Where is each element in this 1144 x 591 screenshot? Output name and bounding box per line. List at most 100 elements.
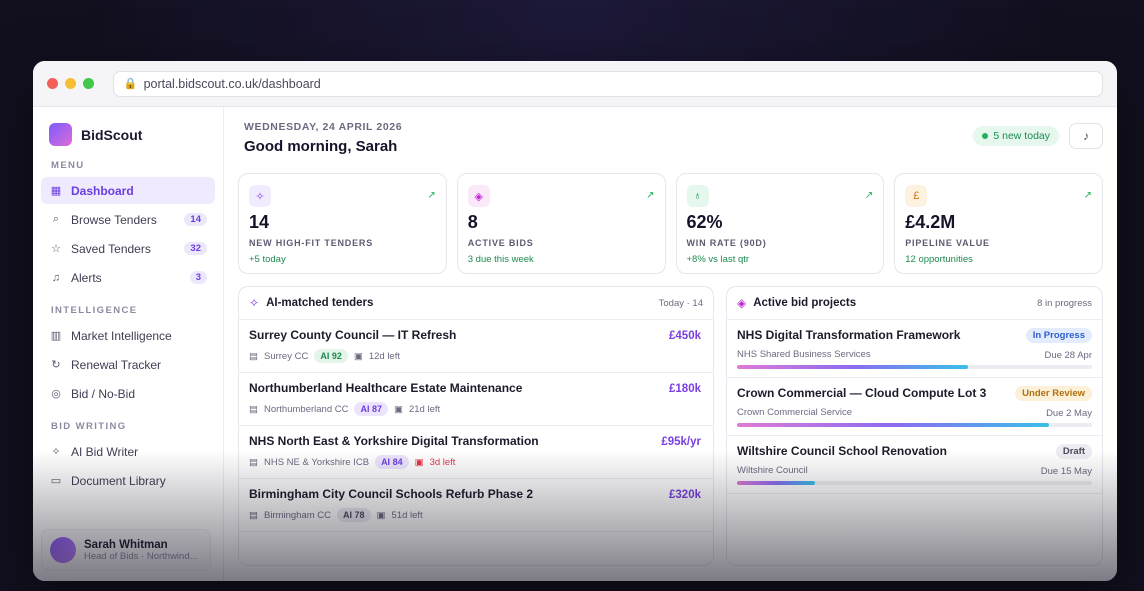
dashboard-icon: ▦ bbox=[50, 185, 62, 197]
sidebar-item-label: Browse Tenders bbox=[71, 212, 157, 227]
tender-amount: £95k/yr bbox=[661, 436, 701, 448]
avatar bbox=[50, 537, 76, 563]
tender-deadline: 3d left bbox=[429, 456, 456, 468]
sidebar-item-renewal-tracker[interactable]: ↻ Renewal Tracker bbox=[41, 351, 215, 378]
calendar-icon: ▣ bbox=[414, 456, 424, 468]
bell-icon: ♫ bbox=[51, 271, 61, 284]
panel-meta: Today · 14 bbox=[658, 297, 703, 309]
notifications-button[interactable]: ♪ bbox=[1069, 123, 1103, 149]
building-icon: ▤ bbox=[249, 509, 258, 521]
tender-title: Surrey County Council — IT Refresh bbox=[249, 328, 457, 342]
tender-row[interactable]: Surrey County Council — IT Refresh £450k… bbox=[239, 320, 713, 373]
progress-bar bbox=[737, 481, 1092, 485]
user-profile[interactable]: Sarah Whitman Head of Bids · Northwind..… bbox=[41, 529, 211, 571]
project-org: Crown Commercial Service bbox=[737, 407, 853, 418]
tender-deadline: 51d left bbox=[391, 509, 423, 521]
minimize-window-button[interactable] bbox=[64, 78, 76, 89]
project-row[interactable]: NHS Digital Transformation Framework In … bbox=[727, 320, 1102, 378]
progress-bar bbox=[737, 365, 1092, 369]
tender-row[interactable]: Northumberland Healthcare Estate Mainten… bbox=[239, 373, 713, 426]
project-row[interactable]: Wiltshire Council School Renovation Draf… bbox=[727, 436, 1102, 494]
tender-title: Birmingham City Council Schools Refurb P… bbox=[249, 487, 534, 501]
project-due: Due 28 Apr bbox=[1044, 350, 1092, 361]
calendar-icon: ▣ bbox=[376, 509, 386, 521]
address-bar[interactable]: 🔒 portal.bidscout.co.uk/dashboard bbox=[112, 70, 1103, 97]
sidebar-item-market-intelligence[interactable]: ▥ Market Intelligence bbox=[41, 322, 215, 349]
stat-value: 62% bbox=[686, 212, 723, 232]
sidebar-item-label: Saved Tenders bbox=[71, 241, 151, 256]
maximize-window-button[interactable] bbox=[82, 78, 94, 89]
tender-amount: £180k bbox=[669, 383, 701, 395]
stat-value: 8 bbox=[467, 212, 478, 232]
tender-deadline: 12d left bbox=[368, 350, 400, 362]
brand-name: BidScout bbox=[81, 126, 143, 143]
sidebar-item-document-library[interactable]: ▭ Document Library bbox=[41, 467, 215, 494]
current-date: WEDNESDAY, 24 APRIL 2026 bbox=[244, 121, 403, 133]
user-role: Head of Bids · Northwind... bbox=[84, 550, 198, 562]
stat-card-high-fit-tenders[interactable]: ✧ ↗ 14 NEW HIGH-FIT TENDERS +5 today bbox=[238, 173, 447, 274]
tender-amount: £450k bbox=[669, 330, 701, 342]
project-due: Due 15 May bbox=[1040, 466, 1092, 477]
sidebar-item-label: Document Library bbox=[71, 473, 166, 488]
star-icon: ☆ bbox=[51, 243, 61, 255]
new-today-label: 5 new today bbox=[993, 130, 1050, 142]
sidebar-item-dashboard[interactable]: ▦ Dashboard bbox=[41, 177, 215, 204]
bidscout-logo-icon bbox=[49, 123, 72, 146]
project-org: NHS Shared Business Services bbox=[737, 349, 871, 360]
status-badge: In Progress bbox=[1025, 328, 1092, 343]
new-today-badge[interactable]: 5 new today bbox=[973, 126, 1059, 146]
trend-up-icon: ↗ bbox=[646, 190, 655, 201]
lock-icon: 🔒 bbox=[123, 78, 138, 90]
status-badge: Draft bbox=[1055, 444, 1092, 459]
sparkle-icon: ✧ bbox=[249, 296, 260, 310]
stat-subtext: 12 opportunities bbox=[905, 254, 973, 265]
close-window-button[interactable] bbox=[47, 78, 58, 89]
tender-row[interactable]: NHS North East & Yorkshire Digital Trans… bbox=[239, 426, 713, 479]
sidebar-item-label: Renewal Tracker bbox=[71, 357, 162, 372]
stat-card-active-bids[interactable]: ◈ ↗ 8 ACTIVE BIDS 3 due this week bbox=[456, 173, 666, 274]
tender-deadline: 21d left bbox=[408, 403, 441, 415]
tender-org: Birmingham CC bbox=[263, 509, 332, 521]
status-dot-icon bbox=[982, 133, 989, 139]
sidebar-item-browse-tenders[interactable]: ⌕ Browse Tenders 14 bbox=[41, 206, 215, 233]
tender-org: Surrey CC bbox=[263, 350, 309, 362]
tender-row[interactable]: Birmingham City Council Schools Refurb P… bbox=[239, 479, 713, 532]
progress-fill bbox=[737, 365, 968, 369]
section-label-intelligence: INTELLIGENCE bbox=[51, 305, 138, 316]
trend-up-icon: ↗ bbox=[864, 190, 874, 201]
browser-window: 🔒 portal.bidscout.co.uk/dashboard BidSco… bbox=[33, 61, 1117, 581]
ai-score-badge: AI 78 bbox=[337, 508, 371, 522]
sidebar-item-label: Dashboard bbox=[71, 183, 134, 198]
project-due: Due 2 May bbox=[1046, 408, 1092, 419]
stat-card-win-rate[interactable]: ♁ ↗ 62% WIN RATE (90D) +8% vs last qtr bbox=[675, 173, 885, 274]
tag-icon: ◈ bbox=[467, 185, 490, 207]
bar-chart-icon: ▥ bbox=[50, 330, 62, 342]
user-name: Sarah Whitman bbox=[84, 538, 168, 551]
status-badge: Under Review bbox=[1015, 386, 1092, 401]
stat-card-pipeline-value[interactable]: £ ↗ £4.2M PIPELINE VALUE 12 opportunitie… bbox=[894, 173, 1103, 274]
progress-fill bbox=[737, 423, 1050, 427]
sidebar-item-label: Alerts bbox=[71, 270, 102, 285]
sidebar-item-alerts[interactable]: ♫ Alerts 3 bbox=[41, 264, 215, 291]
refresh-icon: ↻ bbox=[51, 359, 61, 371]
ai-score-badge: AI 87 bbox=[354, 402, 388, 416]
project-title: Wiltshire Council School Renovation bbox=[737, 444, 947, 458]
stat-label: ACTIVE BIDS bbox=[467, 238, 534, 248]
building-icon: ▤ bbox=[249, 456, 258, 468]
sidebar-item-ai-bid-writer[interactable]: ✧ AI Bid Writer bbox=[41, 438, 215, 465]
building-icon: ▤ bbox=[249, 350, 258, 362]
panel-title: Active bid projects bbox=[753, 297, 857, 309]
tender-org: Northumberland CC bbox=[263, 403, 349, 415]
sidebar-item-saved-tenders[interactable]: ☆ Saved Tenders 32 bbox=[41, 235, 215, 262]
project-row[interactable]: Crown Commercial — Cloud Compute Lot 3 U… bbox=[727, 378, 1102, 436]
project-org: Wiltshire Council bbox=[737, 465, 808, 476]
bell-icon: ♪ bbox=[1083, 129, 1089, 143]
stat-value: 14 bbox=[249, 212, 270, 232]
brand[interactable]: BidScout bbox=[41, 123, 215, 146]
tender-org: NHS NE & Yorkshire ICB bbox=[263, 456, 370, 468]
stats-row: ✧ ↗ 14 NEW HIGH-FIT TENDERS +5 today ◈ ↗… bbox=[238, 173, 1103, 274]
count-badge: 32 bbox=[184, 242, 207, 255]
sidebar-item-bid-no-bid[interactable]: ◎ Bid / No-Bid bbox=[41, 380, 215, 407]
stat-value: £4.2M bbox=[905, 212, 956, 232]
sparkle-icon: ✧ bbox=[249, 185, 271, 207]
